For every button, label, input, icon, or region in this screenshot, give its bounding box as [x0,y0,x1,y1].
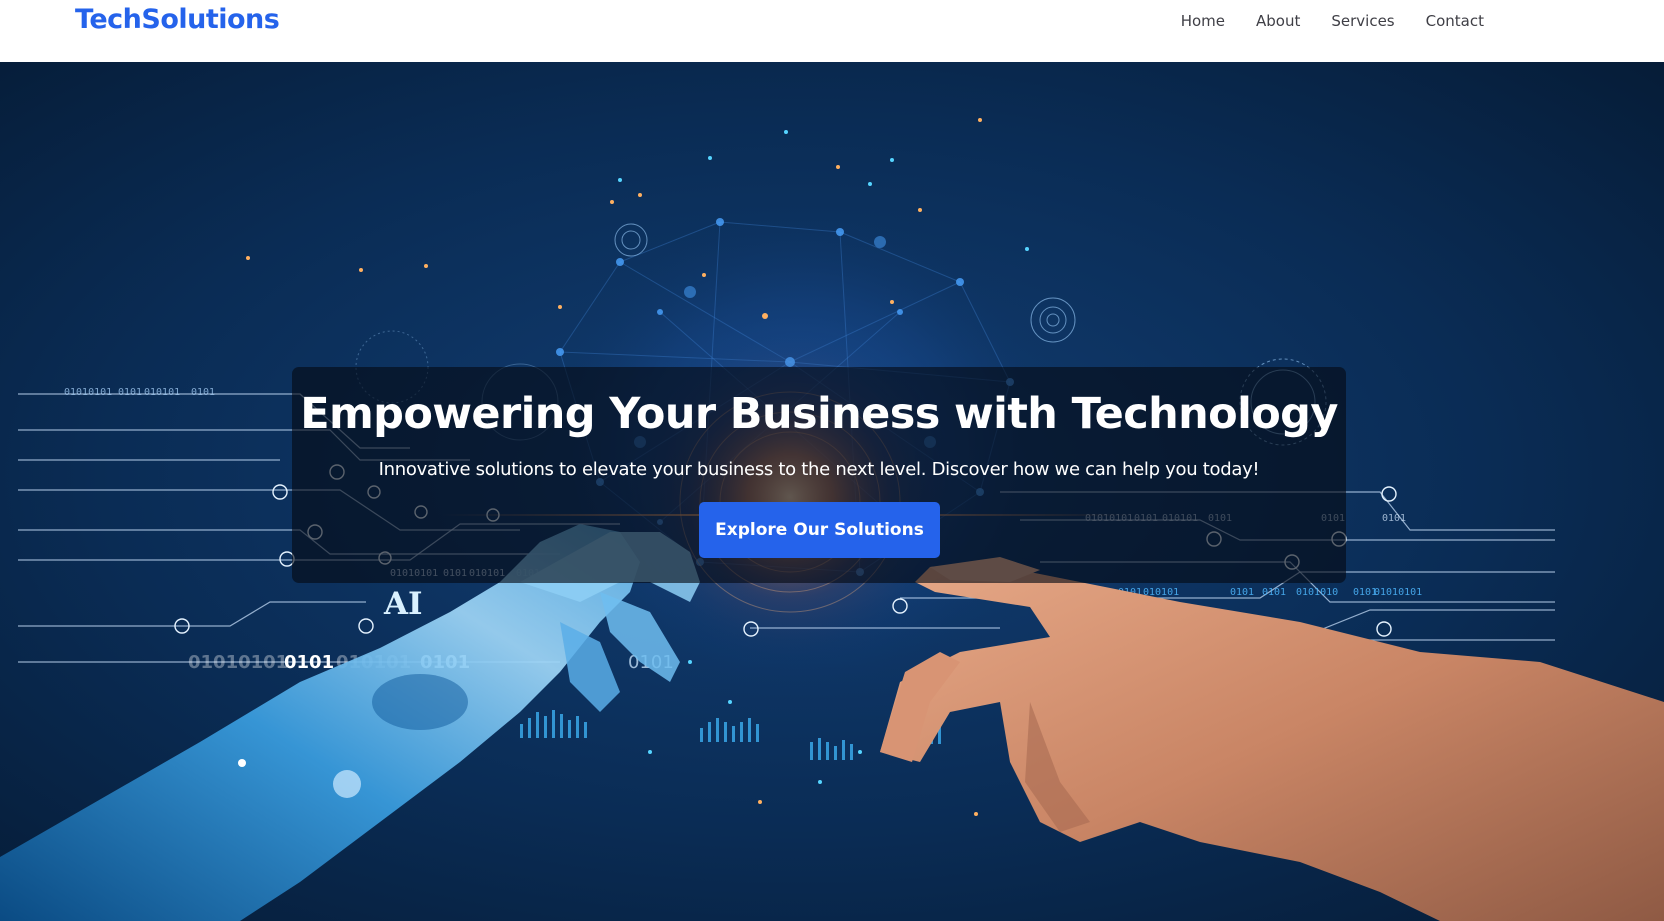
nav-contact-link[interactable]: Contact [1426,12,1484,30]
binary-top-left-2: 010101 [144,387,180,398]
binary-row-small-5: 0101010 [1296,587,1338,598]
binary-left-1: 0101 [284,652,334,673]
hero-overlay-card: Empowering Your Business with Technology… [292,367,1346,583]
binary-top-left-3: 0101 [191,387,215,398]
binary-top-left: 01010101 0101 010101 0101 [64,387,215,398]
binary-top-left-0: 01010101 [64,387,112,398]
explore-solutions-button[interactable]: Explore Our Solutions [699,502,940,558]
binary-left-0: 01010101 [188,652,288,673]
nav-home-link[interactable]: Home [1181,12,1225,30]
brand-logo[interactable]: TechSolutions [75,4,280,35]
hero-title: Empowering Your Business with Technology [300,389,1338,439]
binary-row-small-3: 0101 [1230,587,1254,598]
binary-top-left-1: 0101 [118,387,142,398]
binary-right-small-5: 0101 [1382,513,1406,524]
binary-row-small-7: 01010101 [1374,587,1422,598]
ai-label: AI [383,586,423,622]
nav-services-link[interactable]: Services [1331,12,1394,30]
binary-row-small-4: 0101 [1262,587,1286,598]
hero-section: 01010101 0101 010101 0101 01010101 0101 … [0,62,1664,921]
nav-links: Home About Services Contact [1150,12,1484,30]
hero-subtitle: Innovative solutions to elevate your bus… [378,459,1260,480]
navbar: TechSolutions Home About Services Contac… [0,0,1664,62]
nav-about-link[interactable]: About [1256,12,1300,30]
